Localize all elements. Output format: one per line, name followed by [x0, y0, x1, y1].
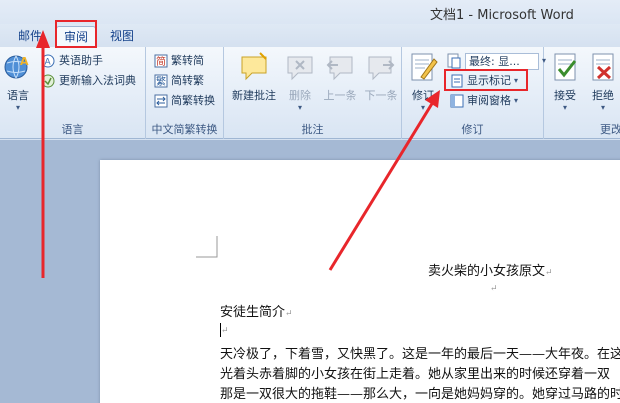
- previous-label: 上一条: [323, 89, 357, 102]
- conversion-label: 简繁转换: [171, 94, 215, 107]
- conversion-icon: [154, 94, 168, 108]
- display-review-select[interactable]: 最终: 显...: [465, 52, 539, 70]
- empty-paragraph[interactable]: ↵: [490, 280, 498, 295]
- group-label-language: 语言: [61, 123, 84, 136]
- english-assistant-icon: A: [40, 53, 56, 69]
- group-label-changes: 更改: [600, 123, 620, 136]
- previous-comment-icon: [324, 51, 356, 83]
- english-assistant-label: 英语助手: [59, 54, 103, 67]
- tab-mailings[interactable]: 邮件: [10, 26, 50, 47]
- next-comment-icon: [365, 51, 397, 83]
- convert-traditional-icon: 繁: [154, 74, 168, 88]
- accept-label: 接受: [554, 89, 576, 102]
- svg-text:A: A: [20, 55, 29, 68]
- delete-comment-icon: [284, 51, 316, 83]
- chevron-down-icon: ▾: [600, 103, 605, 112]
- group-label-comments: 批注: [301, 123, 324, 136]
- group-comments: 新建批注 删除 ▾ 上一条 下一条 批注: [224, 47, 402, 139]
- simp-to-trad-label: 简转繁: [171, 74, 204, 87]
- dictionary-icon: [40, 73, 56, 89]
- delete-label: 删除: [289, 89, 311, 102]
- track-changes-label: 修订: [412, 89, 434, 102]
- new-comment-label: 新建批注: [232, 89, 276, 102]
- simplified-to-traditional-button[interactable]: 繁 简转繁: [154, 71, 204, 91]
- display-review-icon: [446, 53, 462, 69]
- reject-button[interactable]: 拒绝 ▾: [586, 51, 620, 121]
- convert-simplified-icon: 简: [154, 54, 168, 68]
- update-ime-label: 更新输入法词典: [59, 74, 136, 87]
- tab-view[interactable]: 视图: [102, 26, 142, 47]
- group-tracking: 修订 ▾ 最终: 显... ▾ 显示标记 ▾ 审阅窗格 ▾ 修订: [402, 47, 546, 139]
- previous-comment-button[interactable]: 上一条: [320, 51, 360, 121]
- track-changes-icon: [407, 51, 439, 83]
- margin-corner-marker: [196, 236, 218, 258]
- group-chinese-conversion: 简 繁转简 繁 简转繁 简繁转换 中文简繁转换: [146, 47, 224, 139]
- chevron-down-icon: ▾: [297, 103, 302, 112]
- next-comment-button[interactable]: 下一条: [362, 51, 400, 121]
- window-title: 文档1 - Microsoft Word: [430, 8, 574, 23]
- new-comment-icon: [238, 51, 270, 83]
- accept-button[interactable]: 接受 ▾: [548, 51, 582, 121]
- track-changes-button[interactable]: 修订 ▾: [406, 51, 440, 121]
- chevron-down-icon: ▾: [514, 96, 519, 105]
- language-label: 语言: [7, 89, 29, 102]
- new-comment-button[interactable]: 新建批注: [228, 51, 280, 121]
- chevron-down-icon: ▾: [562, 103, 567, 112]
- next-label: 下一条: [364, 89, 398, 102]
- chinese-conversion-button[interactable]: 简繁转换: [154, 91, 215, 111]
- paragraph-mark-icon: ↵: [545, 268, 553, 278]
- document-area: 卖火柴的小女孩原文↵ ↵ 安徒生简介↵ ↵ 天冷极了，下着雪，又快黑了。这是一年…: [0, 140, 620, 403]
- paragraph-line[interactable]: 那是一双很大的拖鞋——那么大，一向是她妈妈穿的。她穿过马路的时: [220, 383, 620, 402]
- delete-comment-button[interactable]: 删除 ▾: [284, 51, 316, 121]
- accept-icon: [549, 51, 581, 83]
- language-button[interactable]: A 语言 ▾: [2, 51, 34, 121]
- english-assistant-button[interactable]: A 英语助手: [40, 51, 103, 71]
- highlight-box-review-tab: [55, 20, 97, 48]
- document-page[interactable]: 卖火柴的小女孩原文↵ ↵ 安徒生简介↵ ↵ 天冷极了，下着雪，又快黑了。这是一年…: [100, 160, 620, 403]
- reviewing-pane-label: 审阅窗格: [467, 94, 511, 107]
- paragraph-mark-icon: ↵: [221, 326, 229, 336]
- update-ime-dictionary-button[interactable]: 更新输入法词典: [40, 71, 136, 91]
- svg-text:A: A: [45, 58, 52, 68]
- traditional-to-simplified-button[interactable]: 简 繁转简: [154, 51, 204, 71]
- reject-label: 拒绝: [592, 89, 614, 102]
- svg-text:繁: 繁: [156, 75, 166, 88]
- group-label-chinese-conversion: 中文简繁转换: [151, 123, 218, 136]
- document-title[interactable]: 卖火柴的小女孩原文↵: [428, 260, 553, 279]
- paragraph-line[interactable]: 天冷极了，下着雪，又快黑了。这是一年的最后一天——大年夜。在这: [220, 343, 620, 362]
- language-icon: A: [2, 51, 34, 83]
- reject-icon: [587, 51, 619, 83]
- reviewing-pane-button[interactable]: 审阅窗格 ▾: [450, 91, 518, 111]
- display-for-review-dropdown[interactable]: 最终: 显... ▾: [446, 51, 546, 71]
- trad-to-simp-label: 繁转简: [171, 54, 204, 67]
- paragraph-line[interactable]: 光着头赤着脚的小女孩在街上走着。她从家里出来的时候还穿着一双: [220, 363, 610, 382]
- document-heading[interactable]: 安徒生简介↵: [220, 301, 293, 320]
- group-language: A 语言 ▾ A 英语助手 更新输入法词典 语言: [0, 47, 146, 139]
- cursor-line[interactable]: ↵: [220, 322, 229, 337]
- highlight-box-show-markup: [444, 69, 528, 91]
- chevron-down-icon: ▾: [15, 103, 20, 112]
- group-label-tracking: 修订: [461, 123, 484, 136]
- ribbon: A 语言 ▾ A 英语助手 更新输入法词典 语言 简 繁转简 繁 简转繁 简繁转…: [0, 47, 620, 139]
- paragraph-mark-icon: ↵: [285, 309, 293, 319]
- chevron-down-icon: ▾: [420, 103, 425, 112]
- reviewing-pane-icon: [450, 94, 464, 108]
- group-changes: 接受 ▾ 拒绝 ▾ 更改: [544, 47, 620, 139]
- svg-text:简: 简: [156, 55, 166, 68]
- paragraph-mark-icon: ↵: [490, 284, 498, 294]
